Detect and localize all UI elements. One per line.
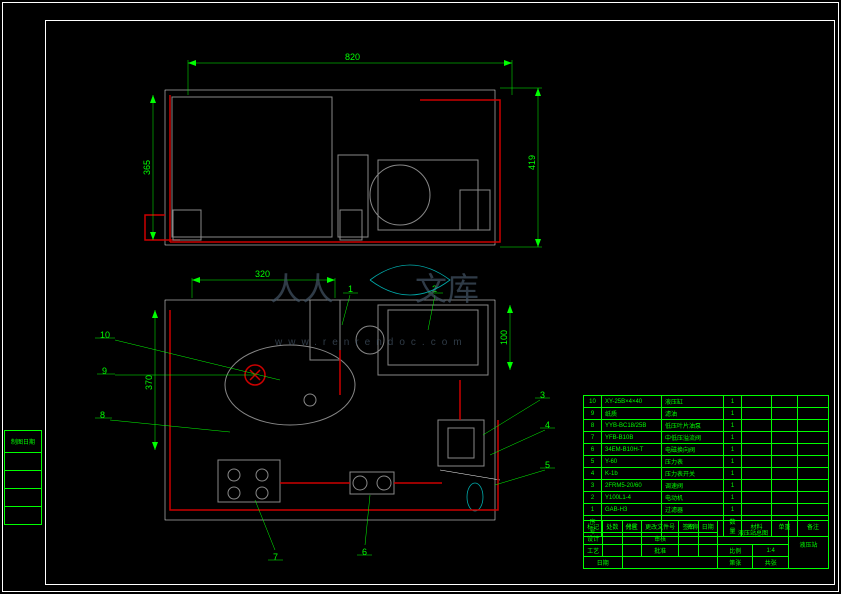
balloon-3: 3: [540, 390, 545, 400]
parts-row: 1GAB-H3过滤器1: [584, 504, 829, 516]
drawing-main: 液压站: [789, 521, 829, 569]
dim-100: 100: [499, 330, 509, 345]
drawing-title: 液压站总图: [717, 521, 788, 545]
plan-port1: [304, 394, 316, 406]
top-fitting1: [173, 210, 201, 240]
dim-320: 320: [255, 269, 270, 279]
plan-tank: [225, 345, 355, 425]
parts-row: 634EM-B10H-T电磁换向阀1: [584, 444, 829, 456]
balloon-4: 4: [545, 420, 550, 430]
plan-manifold: [218, 460, 280, 502]
top-motor-body: [378, 160, 478, 230]
balloon-6: 6: [362, 547, 367, 557]
balloon-7: 7: [273, 552, 278, 562]
dim-370: 370: [144, 375, 154, 390]
watermark-1: 人人: [270, 271, 334, 307]
parts-row: 5Y-60压力表1: [584, 456, 829, 468]
parts-row: 7YFB-B10B中低压溢流阀1: [584, 432, 829, 444]
top-baseplate: [165, 90, 495, 245]
balloon-9: 9: [102, 366, 107, 376]
top-coupling: [460, 190, 490, 230]
parts-row: 32FRM5-20/60调速阀1: [584, 480, 829, 492]
plan-gauge: [467, 483, 483, 511]
plan-baseplate: [165, 300, 495, 520]
top-tank: [172, 97, 332, 237]
plan-midvalve: [350, 472, 394, 494]
parts-list: 10XY-25B×4×40液压缸19纸质滤油18YYB-BC18/25B低压叶片…: [583, 395, 829, 537]
top-motor-end: [370, 165, 430, 225]
balloon-10: 10: [100, 330, 110, 340]
parts-row: 10XY-25B×4×40液压缸1: [584, 396, 829, 408]
top-fitting2: [340, 210, 362, 240]
parts-row: 2Y100L1-4电动机1: [584, 492, 829, 504]
dim-419: 419: [527, 155, 537, 170]
top-pipe: [145, 95, 500, 242]
plan-valve-block: [438, 420, 484, 466]
parts-row: 4K-1b压力表开关1: [584, 468, 829, 480]
watermark-2: 文库: [415, 271, 479, 307]
parts-row: 8YYB-BC18/25B低压叶片油泵1: [584, 420, 829, 432]
watermark-url: www.renrendoc.com: [274, 337, 468, 348]
balloon-8: 8: [100, 410, 105, 420]
dim-365: 365: [142, 160, 152, 175]
balloon-1: 1: [348, 284, 353, 294]
balloon-5: 5: [545, 460, 550, 470]
top-block1: [338, 155, 368, 237]
revision-block: 制图日期: [4, 430, 42, 525]
dim-820: 820: [345, 52, 360, 62]
parts-row: 9纸质滤油1: [584, 408, 829, 420]
title-block: 标记处数分区更改文件号签名日期 液压站总图 液压站 设计审核 工艺批准比例1:4…: [583, 520, 829, 569]
